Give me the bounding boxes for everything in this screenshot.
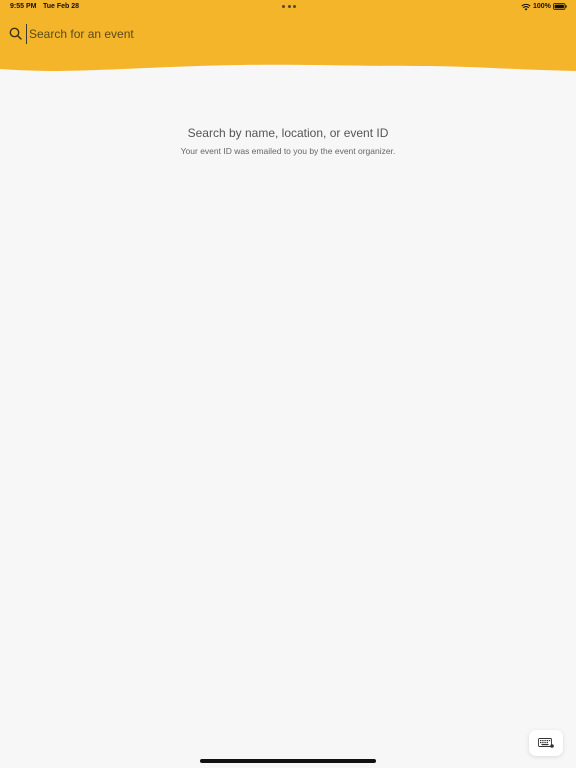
home-indicator[interactable] [200, 759, 376, 763]
empty-state-subtitle: Your event ID was emailed to you by the … [180, 146, 396, 156]
search-input[interactable] [26, 24, 549, 44]
search-bar [0, 22, 576, 46]
status-bar: 9:55 PM Tue Feb 28 100% [0, 0, 576, 14]
keyboard-icon [538, 738, 554, 748]
wifi-icon [521, 3, 531, 11]
empty-state-title: Search by name, location, or event ID [187, 126, 389, 140]
search-icon [9, 27, 22, 40]
multitasking-dots-icon[interactable] [282, 5, 296, 9]
empty-state: Search by name, location, or event ID Yo… [0, 125, 576, 157]
battery-percentage: 100% [533, 3, 551, 10]
battery-icon [553, 3, 567, 10]
keyboard-button[interactable] [529, 730, 563, 756]
status-time: 9:55 PM [10, 3, 37, 10]
status-date: Tue Feb 28 [43, 3, 80, 10]
search-header: 9:55 PM Tue Feb 28 100% [0, 0, 576, 80]
